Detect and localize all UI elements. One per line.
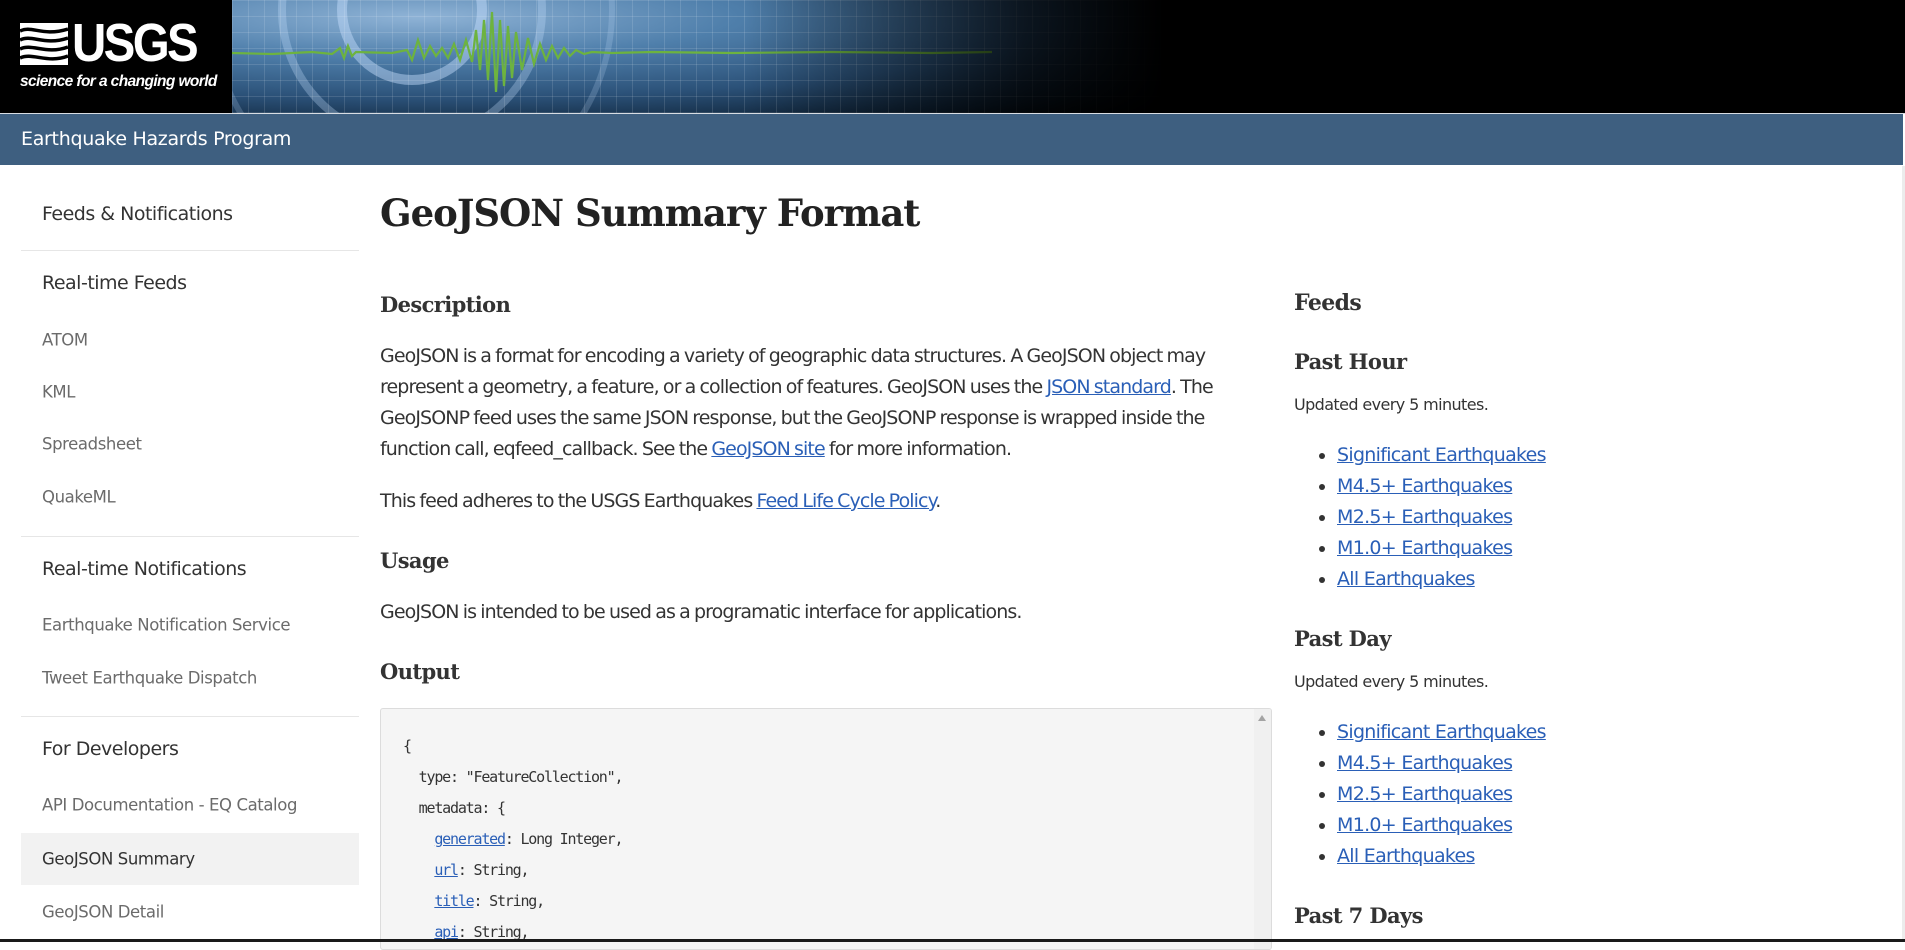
policy-text: . — [935, 490, 941, 512]
code-line: title: String, — [434, 892, 545, 910]
past-day-m25-link[interactable]: M2.5+ Earthquakes — [1337, 783, 1513, 805]
sidebar-item-geojson-summary[interactable]: GeoJSON Summary — [21, 833, 359, 885]
code-scrollbar[interactable] — [1254, 709, 1271, 949]
past-day-all-link[interactable]: All Earthquakes — [1337, 845, 1475, 867]
sidebar-item-label: For Developers — [42, 738, 179, 760]
sidebar-item-label: API Documentation - EQ Catalog — [42, 795, 298, 815]
past-hour-heading: Past Hour — [1294, 349, 1407, 374]
list-item: M1.0+ Earthquakes — [1337, 810, 1546, 841]
past-day-heading: Past Day — [1294, 626, 1391, 651]
usgs-logo[interactable]: USGS science for a changing world — [18, 13, 218, 96]
past-hour-feed-list: Significant Earthquakes M4.5+ Earthquake… — [1294, 440, 1547, 595]
sidebar-heading-feeds-notifications[interactable]: Feeds & Notifications — [21, 188, 359, 240]
past-7-days-heading: Past 7 Days — [1294, 903, 1423, 928]
description-text: for more information. — [824, 438, 1012, 460]
sidebar-item-label: Feeds & Notifications — [42, 203, 233, 225]
past-hour-significant-link[interactable]: Significant Earthquakes — [1337, 444, 1547, 466]
json-standard-link[interactable]: JSON standard — [1046, 376, 1171, 398]
logo-tagline: science for a changing world — [20, 73, 217, 90]
list-item: M2.5+ Earthquakes — [1337, 779, 1546, 810]
policy-text: This feed adheres to the USGS Earthquake… — [380, 490, 757, 512]
sidebar-heading-realtime-notifications[interactable]: Real-time Notifications — [21, 543, 359, 595]
sidebar-item-label: Tweet Earthquake Dispatch — [42, 668, 257, 688]
sidebar-item-geojson-detail[interactable]: GeoJSON Detail — [21, 886, 359, 938]
code-line: type: "FeatureCollection", — [418, 768, 624, 786]
sidebar-item-spreadsheet[interactable]: Spreadsheet — [21, 418, 359, 470]
program-bar: Earthquake Hazards Program — [0, 114, 1903, 165]
code-field-link-title[interactable]: title — [434, 892, 474, 910]
sidebar-item-label: GeoJSON Summary — [42, 849, 195, 869]
usage-heading: Usage — [380, 548, 449, 573]
sidebar-item-kml[interactable]: KML — [21, 366, 359, 418]
past-day-significant-link[interactable]: Significant Earthquakes — [1337, 721, 1547, 743]
output-code-block[interactable]: { type: "FeatureCollection", metadata: {… — [380, 708, 1272, 950]
usage-paragraph: GeoJSON is intended to be used as a prog… — [380, 601, 1022, 623]
sidebar-heading-realtime-feeds[interactable]: Real-time Feeds — [21, 257, 359, 309]
list-item: All Earthquakes — [1337, 841, 1546, 872]
sidebar-item-label: Spreadsheet — [42, 434, 142, 454]
sidebar-item-label: ATOM — [42, 330, 88, 350]
scroll-up-arrow-icon[interactable] — [1258, 715, 1266, 721]
sidebar-heading-for-developers[interactable]: For Developers — [21, 723, 359, 775]
sidebar-item-label: Earthquake Notification Service — [42, 615, 291, 635]
seismograph-banner — [232, 0, 1164, 113]
feed-life-cycle-policy-link[interactable]: Feed Life Cycle Policy — [756, 490, 936, 512]
description-paragraph: GeoJSON is a format for encoding a varie… — [380, 341, 1260, 465]
sidebar-item-atom[interactable]: ATOM — [21, 314, 359, 366]
list-item: M4.5+ Earthquakes — [1337, 471, 1546, 502]
past-day-feed-list: Significant Earthquakes M4.5+ Earthquake… — [1294, 717, 1547, 872]
code-line: generated: Long Integer, — [434, 830, 623, 848]
sidebar-item-label: GeoJSON Detail — [42, 902, 164, 922]
sidebar-item-label: Real-time Feeds — [42, 272, 187, 294]
list-item: M1.0+ Earthquakes — [1337, 533, 1546, 564]
usgs-waves-icon — [20, 23, 68, 65]
sidebar-item-label: KML — [42, 382, 76, 402]
sidebar-item-earthquake-notification-service[interactable]: Earthquake Notification Service — [21, 599, 359, 651]
code-line: url: String, — [434, 861, 529, 879]
logo-wordmark: USGS — [72, 13, 199, 73]
sidebar-item-label: QuakeML — [42, 487, 116, 507]
sidebar-item-label: Real-time Notifications — [42, 558, 247, 580]
sidebar-divider — [21, 716, 359, 717]
banner-fade — [232, 0, 1164, 113]
list-item: All Earthquakes — [1337, 564, 1546, 595]
past-hour-m25-link[interactable]: M2.5+ Earthquakes — [1337, 506, 1513, 528]
description-heading: Description — [380, 292, 511, 317]
past-hour-update-note: Updated every 5 minutes. — [1294, 395, 1489, 414]
code-line: { — [403, 737, 412, 755]
sidebar-divider — [21, 250, 359, 251]
sidebar-item-api-documentation[interactable]: API Documentation - EQ Catalog — [21, 779, 359, 831]
code-content: { type: "FeatureCollection", metadata: {… — [403, 731, 624, 948]
list-item: Significant Earthquakes — [1337, 717, 1547, 748]
past-day-m45-link[interactable]: M4.5+ Earthquakes — [1337, 752, 1513, 774]
past-hour-all-link[interactable]: All Earthquakes — [1337, 568, 1475, 590]
program-title-link[interactable]: Earthquake Hazards Program — [21, 128, 291, 150]
list-item: Significant Earthquakes — [1337, 440, 1547, 471]
past-hour-m10-link[interactable]: M1.0+ Earthquakes — [1337, 537, 1513, 559]
code-line: api: String, — [434, 923, 529, 941]
list-item: M2.5+ Earthquakes — [1337, 502, 1546, 533]
policy-paragraph: This feed adheres to the USGS Earthquake… — [380, 486, 1260, 517]
site-header: USGS science for a changing world — [0, 0, 1905, 113]
past-hour-m45-link[interactable]: M4.5+ Earthquakes — [1337, 475, 1513, 497]
page-title: GeoJSON Summary Format — [380, 191, 920, 235]
past-day-update-note: Updated every 5 minutes. — [1294, 672, 1489, 691]
sidebar-item-tweet-earthquake-dispatch[interactable]: Tweet Earthquake Dispatch — [21, 652, 359, 704]
sidebar-item-quakeml[interactable]: QuakeML — [21, 471, 359, 523]
code-field-link-generated[interactable]: generated — [434, 830, 506, 848]
code-line: metadata: { — [418, 799, 506, 817]
list-item: M4.5+ Earthquakes — [1337, 748, 1546, 779]
output-heading: Output — [380, 659, 460, 684]
past-day-m10-link[interactable]: M1.0+ Earthquakes — [1337, 814, 1513, 836]
sidebar-divider — [21, 536, 359, 537]
feeds-heading: Feeds — [1294, 290, 1362, 316]
geojson-site-link[interactable]: GeoJSON site — [711, 438, 825, 460]
code-field-link-url[interactable]: url — [434, 861, 459, 879]
